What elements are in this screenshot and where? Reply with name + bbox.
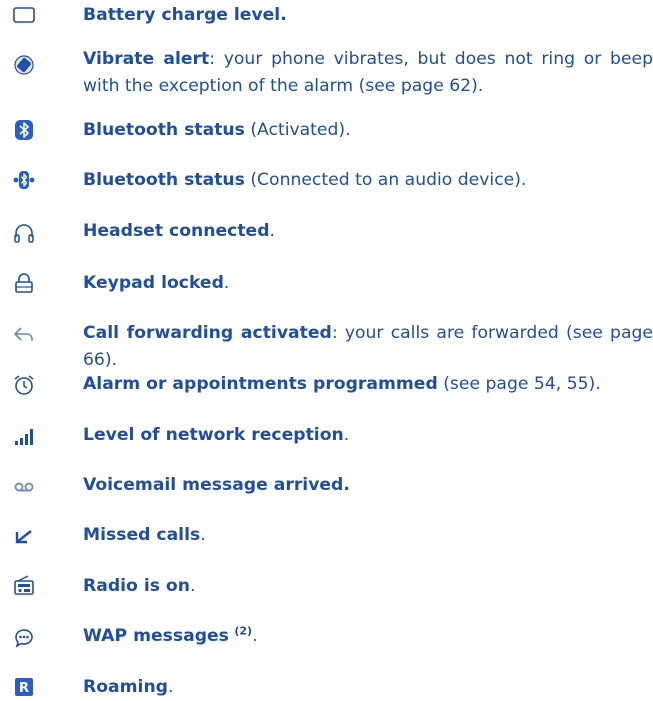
list-item-text: WAP messages (2). <box>83 624 258 646</box>
list-item-text: Bluetooth status (Connected to an audio … <box>83 170 527 190</box>
radio-icon <box>12 573 36 597</box>
bluetooth-connected-icon <box>12 168 36 192</box>
list-item-text: Call forwarding activated: your calls ar… <box>83 323 653 370</box>
list-item-text: Headset connected. <box>83 221 275 241</box>
list-item-text: Battery charge level. <box>83 5 287 25</box>
missed-call-icon <box>12 525 36 549</box>
list-item-text: Alarm or appointments programmed (see pa… <box>83 374 601 394</box>
lock-icon <box>12 271 36 295</box>
vibrate-icon <box>12 53 36 77</box>
list-item-text: Missed calls. <box>83 525 206 545</box>
wap-icon <box>12 625 36 649</box>
list-item-text: Level of network reception. <box>83 425 350 445</box>
list-item-text: Roaming. <box>83 677 174 697</box>
call-forward-icon <box>12 322 36 346</box>
list-item-text: Vibrate alert: your phone vibrates, but … <box>83 49 653 96</box>
list-item-text: Bluetooth status (Activated). <box>83 120 351 140</box>
list-item-text: Keypad locked. <box>83 273 230 293</box>
battery-icon <box>12 3 36 27</box>
list-item-text: Radio is on. <box>83 576 196 596</box>
list-item-text: Voicemail message arrived. <box>83 475 350 495</box>
roaming-icon: R <box>12 675 36 699</box>
alarm-icon <box>12 373 36 397</box>
voicemail-icon <box>12 475 36 499</box>
signal-icon <box>12 424 36 448</box>
svg-text:R: R <box>19 681 29 696</box>
bluetooth-icon <box>12 118 36 142</box>
headset-icon <box>12 221 36 245</box>
